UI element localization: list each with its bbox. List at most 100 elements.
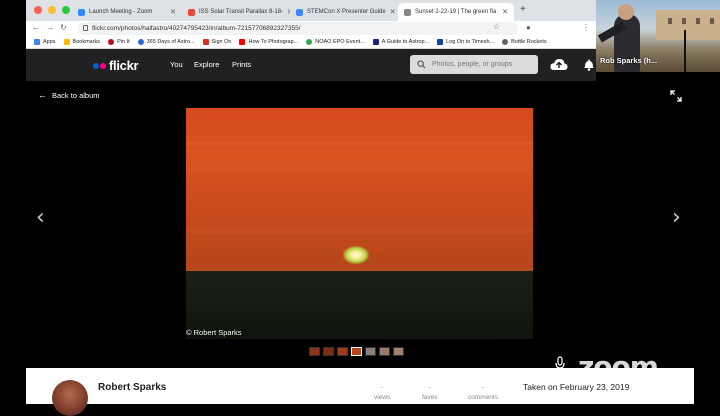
stat-value: -: [381, 384, 384, 391]
bookmark-label: Apps: [43, 39, 56, 45]
author-name[interactable]: Robert Sparks: [98, 382, 166, 393]
forward-arrow-icon[interactable]: →: [46, 23, 54, 32]
tab-zoom[interactable]: Launch Meeting - Zoom ✕: [72, 3, 182, 21]
stat-label: comments: [468, 394, 498, 401]
search-input[interactable]: Photos, people, or groups: [410, 55, 538, 74]
bookmark-bookmarks[interactable]: Bookmarks: [63, 39, 101, 45]
next-photo-chevron-icon[interactable]: ›: [672, 205, 681, 230]
bookmark-how-to[interactable]: How To Photograp...: [239, 39, 298, 45]
zoom-favicon-icon: [78, 8, 85, 16]
back-to-album-link[interactable]: ← Back to album: [38, 90, 100, 100]
notifications-bell-icon[interactable]: [583, 58, 595, 71]
bookmark-label: Bottle Rockets: [511, 39, 547, 45]
bookmark-label: Pin It: [117, 39, 130, 45]
new-tab-button[interactable]: +: [520, 4, 526, 15]
bookmark-bottle-rockets[interactable]: Bottle Rockets: [502, 39, 547, 45]
logo-dot-pink: [100, 62, 106, 69]
bookmark-365-days[interactable]: 365 Days of Astro...: [137, 39, 195, 45]
filmstrip-thumbnail[interactable]: [323, 347, 334, 356]
filmstrip-thumbnail[interactable]: [337, 347, 348, 356]
star-icon: [63, 39, 70, 45]
bookmark-label: A Guide to Astrop...: [381, 39, 430, 45]
nav-you[interactable]: You: [170, 60, 183, 69]
lock-icon: [83, 25, 88, 31]
close-window-button[interactable]: [34, 6, 42, 14]
bookmark-guide-astro[interactable]: A Guide to Astrop...: [372, 39, 430, 45]
filmstrip-thumbnail[interactable]: [379, 347, 390, 356]
bookmark-pin-it[interactable]: Pin It: [108, 39, 130, 45]
previous-photo-chevron-icon[interactable]: ‹: [36, 205, 45, 230]
stat-value: -: [481, 384, 485, 391]
nav-explore[interactable]: Explore: [194, 60, 219, 69]
avatar[interactable]: [52, 380, 88, 416]
back-arrow-icon[interactable]: ←: [32, 23, 40, 32]
filmstrip-thumbnail-selected[interactable]: [351, 347, 362, 356]
comments-stat: - comments: [468, 383, 498, 403]
views-stat: - views: [374, 383, 390, 403]
filmstrip: [309, 347, 404, 356]
close-tab-icon[interactable]: ✕: [166, 8, 176, 16]
nav-prints[interactable]: Prints: [232, 60, 251, 69]
site-icon: [202, 39, 209, 45]
window: [696, 18, 700, 24]
address-bar[interactable]: flickr.com/photos/halfastro/40274795423/…: [78, 22, 518, 35]
bookmark-label: NOAO EPO Event...: [315, 39, 365, 45]
main-photo: © Robert Sparks: [186, 108, 533, 339]
window-controls: [34, 6, 70, 14]
search-icon: [417, 60, 426, 69]
close-tab-icon[interactable]: ✕: [283, 8, 290, 16]
bookmark-label: Log On to Timesh...: [446, 39, 495, 45]
stat-label: views: [374, 394, 391, 401]
close-tab-icon[interactable]: ✕: [386, 8, 396, 16]
docs-favicon-icon: [296, 8, 303, 16]
apps-grid-icon: [34, 39, 40, 45]
zoom-window-button[interactable]: [62, 6, 70, 14]
browser-toolbar: ← → ↻ flickr.com/photos/halfastro/402747…: [26, 21, 596, 36]
site-icon: [306, 39, 313, 45]
bookmark-label: Bookmarks: [72, 39, 101, 45]
back-label: Back to album: [52, 90, 100, 100]
tab-label: STEMCon X Presenter Guide: [307, 9, 386, 15]
tab-label: Sunset 2-22-19 | The green fla: [415, 9, 497, 15]
sky-streak: [186, 166, 533, 169]
participant-name: Rob Sparks (h...: [600, 56, 658, 65]
bookmark-noao[interactable]: NOAO EPO Event...: [306, 39, 365, 45]
logo-dot-blue: [93, 62, 99, 69]
site-icon: [437, 39, 444, 45]
bookmark-timesheet[interactable]: Log On to Timesh...: [437, 39, 494, 45]
tab-sunset[interactable]: Sunset 2-22-19 | The green fla ✕: [398, 3, 514, 21]
faves-stat: - faves: [422, 383, 438, 403]
close-tab-icon[interactable]: ✕: [498, 8, 508, 16]
pinterest-icon: [108, 39, 115, 45]
bookmark-label: Sign On: [211, 39, 232, 45]
bookmark-apps[interactable]: Apps: [34, 39, 56, 45]
filmstrip-thumbnail[interactable]: [309, 347, 320, 356]
globe-icon: [137, 39, 144, 45]
sky-streak: [186, 228, 533, 233]
browser-tabstrip: Launch Meeting - Zoom ✕ ISS Solar Transi…: [26, 0, 596, 21]
window: [710, 18, 714, 24]
bookmark-star-icon[interactable]: ☆: [493, 22, 500, 31]
tab-iss-solar[interactable]: ISS Solar Transit Parallax 8-18- ✕: [182, 3, 290, 21]
url-text: flickr.com/photos/halfastro/40274795423/…: [92, 25, 301, 32]
reload-icon[interactable]: ↻: [60, 23, 67, 32]
search-placeholder: Photos, people, or groups: [432, 61, 513, 68]
flickr-logo[interactable]: flickr: [93, 58, 139, 73]
globe-icon: [502, 39, 509, 45]
fullscreen-expand-icon[interactable]: [670, 90, 682, 102]
menu-kebab-icon[interactable]: ⋮: [582, 23, 590, 32]
site-icon: [372, 39, 379, 45]
filmstrip-thumbnail[interactable]: [393, 347, 404, 356]
tab-stemcon[interactable]: STEMCon X Presenter Guide ✕: [290, 3, 398, 21]
green-flash-sun: [343, 246, 369, 264]
tab-label: Launch Meeting - Zoom: [89, 9, 153, 15]
flickr-favicon-icon: [188, 8, 195, 16]
stat-value: -: [428, 384, 431, 391]
filmstrip-thumbnail[interactable]: [365, 347, 376, 356]
extension-icon[interactable]: ●: [526, 23, 531, 32]
tab-label: ISS Solar Transit Parallax 8-18-: [199, 9, 284, 15]
bookmark-sign-on[interactable]: Sign On: [202, 39, 232, 45]
window: [668, 18, 672, 24]
upload-cloud-icon[interactable]: [550, 58, 568, 71]
minimize-window-button[interactable]: [48, 6, 56, 14]
